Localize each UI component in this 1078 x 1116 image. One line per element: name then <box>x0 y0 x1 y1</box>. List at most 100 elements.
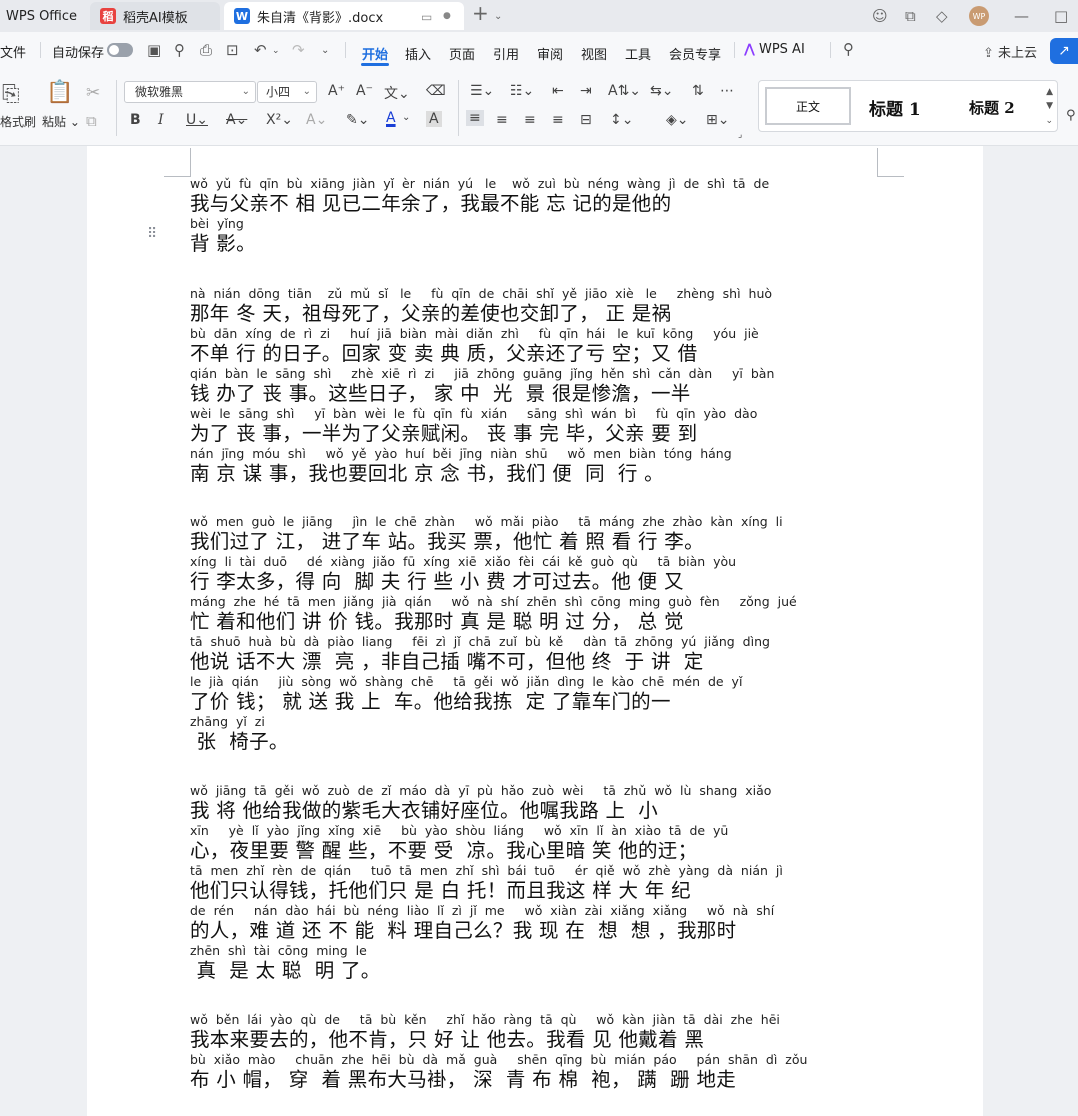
tab-status-dot-icon[interactable]: ● <box>443 11 451 21</box>
export-icon[interactable]: ⚲ <box>174 41 185 59</box>
strikethrough-icon[interactable]: A⌄ <box>226 112 247 128</box>
borders-icon[interactable]: ⊞⌄ <box>706 112 729 128</box>
gallery-down-icon[interactable]: ▼ <box>1046 101 1053 111</box>
tab-member[interactable]: 会员专享 <box>669 44 721 63</box>
title-tab-bar: WPS Office 稻 稻壳AI模板 W 朱自清《背影》.docx ▭ ● +… <box>0 0 1078 32</box>
align-center-icon[interactable]: ≡ <box>496 112 508 128</box>
paste-icon[interactable]: 📋 <box>46 80 73 105</box>
clear-format-icon[interactable]: ⌫ <box>426 83 446 99</box>
find-replace-icon[interactable]: ⚲ <box>1066 108 1076 123</box>
redo-icon[interactable]: ↷ <box>292 41 305 59</box>
font-size-select[interactable]: 小四 ⌄ <box>257 81 317 103</box>
tab-home[interactable]: 开始 <box>362 44 388 63</box>
superscript-icon[interactable]: X²⌄ <box>266 112 293 128</box>
align-left-icon[interactable]: ≡ <box>466 110 484 126</box>
undo-dropdown-icon[interactable]: ⌄ <box>272 46 280 56</box>
chinese-text: 钱 办了 丧 事。这些日子， 家 中 光 景 很是惨澹，一半 <box>190 382 691 405</box>
chinese-text: 不单 行 的日子。回家 变 卖 典 质，父亲还了亏 空；又 借 <box>190 342 698 365</box>
tab-wps-office-label: WPS Office <box>6 8 78 24</box>
chinese-text: 南 京 谋 事，我也要回北 京 念 书，我们 便 同 行 。 <box>190 462 664 485</box>
drag-handle-icon[interactable]: ⠿ <box>147 226 157 242</box>
search-icon[interactable]: ⚲ <box>843 40 854 58</box>
bold-icon[interactable]: B <box>130 112 141 128</box>
divider <box>345 42 346 58</box>
tab-template[interactable]: 稻 稻壳AI模板 <box>90 2 220 30</box>
wps-ai-label: WPS AI <box>758 42 805 57</box>
paragraph-settings-icon[interactable]: ⌟ <box>738 130 742 140</box>
line-spacing-icon[interactable]: ↕⌄ <box>610 112 633 128</box>
format-painter-icon[interactable]: ⎘ <box>2 82 20 107</box>
align-right-icon[interactable]: ≡ <box>524 112 536 128</box>
multi-window-icon[interactable]: ⧉ <box>905 6 916 26</box>
more-chevron-icon[interactable]: ⌄ <box>321 45 329 56</box>
decrease-font-icon[interactable]: A⁻ <box>356 83 373 99</box>
chinese-text: 了价 钱； 就 送 我 上 车。他给我拣 定 了靠车门的一 <box>190 690 671 713</box>
wps-ai-button[interactable]: ⋀ WPS AI <box>744 42 805 57</box>
chinese-text: 心，夜里要 警 醒 些，不要 受 凉。我心里暗 笑 他的迂； <box>190 839 698 862</box>
underline-icon[interactable]: U⌄ <box>186 112 208 128</box>
tab-page[interactable]: 页面 <box>449 44 475 63</box>
new-tab-button[interactable]: + <box>472 1 489 25</box>
cube-icon[interactable]: ◇ <box>936 6 948 26</box>
decrease-indent-icon[interactable]: ⇤ <box>552 83 564 99</box>
autosave-toggle[interactable] <box>107 43 133 57</box>
paste-button[interactable]: 粘贴 ⌄ <box>42 113 80 130</box>
save-icon[interactable]: ▣ <box>147 41 161 59</box>
bullet-list-icon[interactable]: ☰⌄ <box>470 83 494 99</box>
style-normal[interactable]: 正文 <box>765 87 851 125</box>
increase-font-icon[interactable]: A⁺ <box>328 83 345 99</box>
chinese-text: 我 将 他给我做的紫毛大衣铺好座位。他嘱我路 上 小 <box>190 799 659 822</box>
style-heading-1[interactable]: 标题 1 <box>869 95 921 120</box>
cloud-upload-label: 未上云 <box>998 46 1038 61</box>
chinese-text: 背 影。 <box>190 232 256 255</box>
line-break-icon[interactable]: ⇆⌄ <box>650 83 673 99</box>
share-button[interactable]: ↗ <box>1050 38 1078 64</box>
wps-ai-logo-icon: ⋀ <box>744 42 755 57</box>
maximize-icon[interactable]: □ <box>1054 6 1068 26</box>
justify-icon[interactable]: ≡ <box>552 112 564 128</box>
numbered-list-icon[interactable]: ☷⌄ <box>510 83 534 99</box>
italic-icon[interactable]: I <box>158 112 164 128</box>
char-shading-icon[interactable]: A <box>426 111 442 127</box>
highlight-icon[interactable]: ✎⌄ <box>346 112 369 128</box>
tab-list-chevron-icon[interactable]: ⌄ <box>494 6 502 26</box>
tab-review[interactable]: 审阅 <box>537 44 563 63</box>
tab-tools[interactable]: 工具 <box>625 44 651 63</box>
cut-icon[interactable]: ✂ <box>86 83 100 103</box>
style-gallery: 正文 标题 1 标题 2 ▲ ▼ ⌄ <box>758 80 1058 132</box>
gallery-up-icon[interactable]: ▲ <box>1046 87 1053 97</box>
increase-indent-icon[interactable]: ⇥ <box>580 83 592 99</box>
print-preview-icon[interactable]: ⊡ <box>226 41 239 59</box>
show-marks-icon[interactable]: ⋯ <box>720 83 734 99</box>
font-color-dropdown-icon[interactable]: ⌄ <box>402 112 410 123</box>
tab-document[interactable]: W 朱自清《背影》.docx ▭ ● <box>224 2 464 30</box>
skin-icon[interactable]: ☺ <box>872 6 888 26</box>
shading-icon[interactable]: ◈⌄ <box>666 112 689 128</box>
tab-references[interactable]: 引用 <box>493 44 519 63</box>
tab-wps-office[interactable]: WPS Office <box>6 2 77 30</box>
margin-corner-left <box>164 148 191 177</box>
text-direction-icon[interactable]: A⇅⌄ <box>608 83 641 99</box>
window-mode-icon[interactable]: ▭ <box>421 10 432 24</box>
sort-icon[interactable]: ⇅ <box>692 83 704 99</box>
cloud-upload-button[interactable]: ⇪ 未上云 <box>983 42 1037 61</box>
tab-template-label: 稻壳AI模板 <box>123 10 188 26</box>
new-tab-label: + <box>472 1 489 25</box>
distributed-icon[interactable]: ⊟ <box>580 112 592 128</box>
menu-file[interactable]: 文件 <box>0 42 26 61</box>
tab-insert[interactable]: 插入 <box>405 44 431 63</box>
phonetic-guide-icon[interactable]: 文⌄ <box>384 83 410 103</box>
share-icon: ↗ <box>1058 43 1070 59</box>
gallery-more-icon[interactable]: ⌄ <box>1045 116 1053 126</box>
undo-icon[interactable]: ↶ <box>254 41 267 59</box>
text-effect-icon[interactable]: A⌄ <box>306 112 327 128</box>
avatar[interactable]: WP <box>969 6 989 26</box>
style-heading-2[interactable]: 标题 2 <box>969 97 1015 118</box>
copy-icon[interactable]: ⧉ <box>86 112 97 130</box>
format-painter-label[interactable]: 格式刷 <box>0 113 36 130</box>
font-color-icon[interactable]: A <box>386 110 396 126</box>
tab-view[interactable]: 视图 <box>581 44 607 63</box>
font-name-select[interactable]: 微软雅黑 ⌄ <box>124 81 256 103</box>
print-icon[interactable]: ⎙ <box>200 41 212 59</box>
minimize-icon[interactable]: — <box>1014 6 1029 26</box>
